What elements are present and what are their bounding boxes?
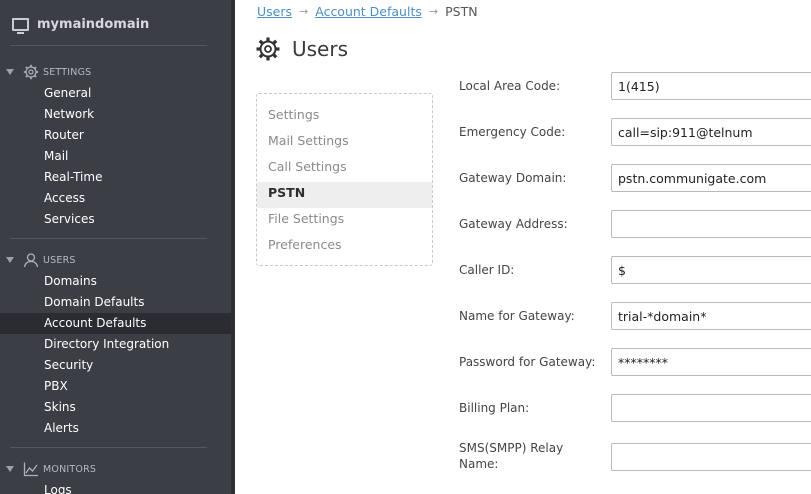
sidebar-divider [10, 45, 207, 46]
caller-id-input[interactable] [611, 256, 811, 284]
field-label: Gateway Domain: [459, 171, 567, 185]
sidebar-item-security[interactable]: Security [0, 355, 231, 376]
chart-icon [23, 461, 39, 477]
billing-plan-input[interactable] [611, 394, 811, 422]
monitor-icon [12, 17, 29, 34]
submenu-item-preferences[interactable]: Preferences [257, 234, 432, 260]
local-area-code-input[interactable] [611, 72, 811, 100]
section-users-label: USERS [43, 254, 76, 266]
password-for-gateway-input[interactable] [611, 348, 811, 376]
breadcrumb-arrow-icon: → [428, 5, 439, 18]
breadcrumb-account-defaults-link[interactable]: Account Defaults [315, 4, 422, 19]
sidebar-divider [10, 447, 207, 448]
submenu-item-settings[interactable]: Settings [257, 104, 432, 130]
brand[interactable]: mymaindomain [12, 14, 149, 34]
sidebar-item-services[interactable]: Services [0, 209, 231, 230]
field-label: Password for Gateway: [459, 355, 596, 369]
collapse-triangle-icon [6, 466, 14, 472]
sidebar-item-domains[interactable]: Domains [0, 271, 231, 292]
submenu-item-mail-settings[interactable]: Mail Settings [257, 130, 432, 156]
sidebar-item-network[interactable]: Network [0, 104, 231, 125]
field-label: Gateway Address: [459, 217, 568, 231]
section-monitors[interactable]: MONITORS [6, 461, 96, 477]
submenu-item-file-settings[interactable]: File Settings [257, 208, 432, 234]
sidebar-item-pbx[interactable]: PBX [0, 376, 231, 397]
sidebar-item-domain-defaults[interactable]: Domain Defaults [0, 292, 231, 313]
sidebar-divider [10, 238, 207, 239]
breadcrumb: Users → Account Defaults → PSTN [257, 4, 478, 19]
sidebar-item-directory-integration[interactable]: Directory Integration [0, 334, 231, 355]
sidebar-item-router[interactable]: Router [0, 125, 231, 146]
sidebar-item-account-defaults[interactable]: Account Defaults [0, 313, 231, 334]
sidebar-item-general[interactable]: General [0, 83, 231, 104]
gear-icon [256, 37, 280, 61]
gateway-address-input[interactable] [611, 210, 811, 238]
name-for-gateway-input[interactable] [611, 302, 811, 330]
field-label: Name for Gateway: [459, 309, 575, 323]
page-header: Users [255, 36, 348, 62]
gear-icon [23, 64, 39, 80]
sidebar-item-alerts[interactable]: Alerts [0, 418, 231, 439]
section-monitors-label: MONITORS [43, 463, 97, 475]
collapse-triangle-icon [6, 257, 14, 263]
sidebar: mymaindomain SETTINGS General Network Ro… [0, 0, 235, 494]
submenu-item-pstn[interactable]: PSTN [257, 182, 432, 208]
collapse-triangle-icon [6, 69, 14, 75]
brand-name: mymaindomain [37, 16, 150, 32]
sidebar-item-skins[interactable]: Skins [0, 397, 231, 418]
submenu-item-call-settings[interactable]: Call Settings [257, 156, 432, 182]
sidebar-item-mail[interactable]: Mail [0, 146, 231, 167]
main-content: Users → Account Defaults → PSTN Users Se… [235, 0, 811, 494]
sidebar-item-logs[interactable]: Logs [0, 480, 231, 494]
gateway-domain-input[interactable] [611, 164, 811, 192]
settings-submenu: Settings Mail Settings Call Settings PST… [256, 93, 433, 266]
field-label: Caller ID: [459, 263, 515, 277]
section-settings-label: SETTINGS [43, 66, 92, 78]
field-label: Billing Plan: [459, 401, 530, 415]
section-settings[interactable]: SETTINGS [6, 64, 91, 80]
page-title: Users [292, 37, 349, 61]
emergency-code-input[interactable] [611, 118, 811, 146]
sidebar-item-access[interactable]: Access [0, 188, 231, 209]
breadcrumb-arrow-icon: → [299, 5, 309, 18]
field-label: SMS(SMPP) Relay Name: [459, 441, 564, 471]
breadcrumb-current: PSTN [445, 4, 478, 19]
field-label: Emergency Code: [459, 125, 566, 139]
sidebar-item-real-time[interactable]: Real-Time [0, 167, 231, 188]
sms-relay-name-input[interactable] [611, 443, 811, 471]
breadcrumb-users-link[interactable]: Users [257, 4, 292, 19]
section-users[interactable]: USERS [6, 252, 76, 268]
field-label: Local Area Code: [459, 79, 561, 93]
user-icon [23, 252, 39, 268]
